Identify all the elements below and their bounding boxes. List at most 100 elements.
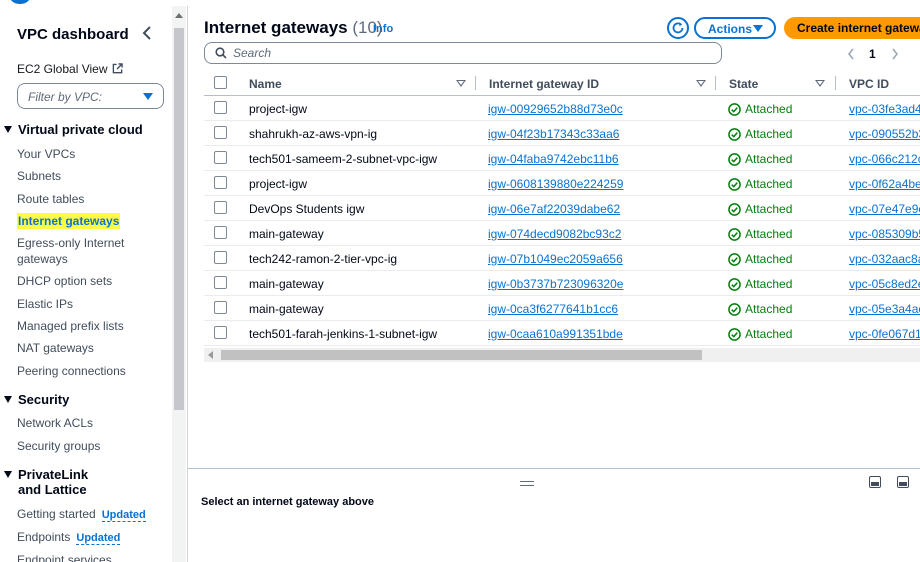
table-row[interactable]: main-gateway igw-074decd9082bc93c2 Attac…	[204, 221, 920, 246]
column-header-name[interactable]: Name	[249, 77, 282, 91]
row-checkbox[interactable]	[214, 251, 227, 264]
refresh-button[interactable]	[667, 17, 689, 39]
row-checkbox[interactable]	[214, 126, 227, 139]
gateway-id-link[interactable]: igw-07b1049ec2059a656	[488, 252, 623, 266]
row-checkbox[interactable]	[214, 151, 227, 164]
vpc-id-link[interactable]: vpc-085309b5	[849, 227, 920, 241]
vpc-id-link[interactable]: vpc-07e47e9c	[849, 202, 920, 216]
caret-down-icon	[4, 396, 12, 403]
gateway-id-link[interactable]: igw-0b3737b723096320e	[488, 277, 623, 291]
status-check-icon	[728, 252, 741, 266]
column-divider[interactable]	[835, 76, 836, 90]
sort-caret-icon[interactable]	[815, 80, 825, 87]
vpc-id-link[interactable]: vpc-066c212c	[849, 152, 920, 166]
sidebar-item-getting-started[interactable]: Getting started Updated	[17, 506, 146, 523]
sidebar-title[interactable]: VPC dashboard	[17, 26, 129, 43]
table-row[interactable]: DevOps Students igw igw-06e7af22039dabe6…	[204, 196, 920, 221]
table-row[interactable]: main-gateway igw-0b3737b723096320e Attac…	[204, 271, 920, 296]
sidebar-item-security-groups[interactable]: Security groups	[17, 438, 100, 454]
row-checkbox[interactable]	[214, 301, 227, 314]
vpc-id-link[interactable]: vpc-090552b3	[849, 127, 920, 141]
search-input[interactable]	[233, 45, 703, 61]
sidebar-item-egress-only-internet-gateways[interactable]: Egress-only Internet gateways	[17, 235, 135, 267]
table-row[interactable]: tech501-farah-jenkins-1-subnet-igw igw-0…	[204, 321, 920, 346]
aws-logo-icon[interactable]	[10, 0, 30, 4]
table-row[interactable]: tech242-ramon-2-tier-vpc-ig igw-07b1049e…	[204, 246, 920, 271]
state-cell: Attached	[728, 152, 792, 166]
gateway-id-link[interactable]: igw-0ca3f6277641b1cc6	[488, 302, 618, 316]
split-bottom-icon[interactable]	[869, 476, 881, 488]
refresh-icon	[672, 22, 684, 34]
vpc-id-link[interactable]: vpc-05e3a4ae	[849, 302, 920, 316]
table-horizontal-scrollbar[interactable]	[204, 348, 920, 362]
sort-caret-icon[interactable]	[696, 80, 706, 87]
row-checkbox[interactable]	[214, 276, 227, 289]
scroll-left-icon[interactable]	[208, 351, 213, 359]
state-text: Attached	[745, 202, 793, 216]
sidebar-item-peering-connections[interactable]: Peering connections	[17, 363, 126, 379]
table-row[interactable]: shahrukh-az-aws-vpn-ig igw-04f23b17343c3…	[204, 121, 920, 146]
column-divider[interactable]	[475, 76, 476, 90]
gateway-id-link[interactable]: igw-04f23b17343c33aa6	[488, 127, 619, 141]
chevron-left-icon[interactable]	[846, 47, 856, 61]
sidebar-item-endpoints[interactable]: Endpoints Updated	[17, 529, 121, 546]
table-row[interactable]: main-gateway igw-0ca3f6277641b1cc6 Attac…	[204, 296, 920, 321]
row-checkbox[interactable]	[214, 101, 227, 114]
ec2-global-view-link[interactable]: EC2 Global View	[17, 62, 123, 76]
vpc-id-link[interactable]: vpc-0f62a4be	[849, 177, 920, 191]
column-header-vpc-id[interactable]: VPC ID	[849, 77, 889, 91]
vpc-id-link[interactable]: vpc-032aac8a	[849, 252, 920, 266]
info-link[interactable]: Info	[373, 23, 393, 35]
row-checkbox[interactable]	[214, 201, 227, 214]
vpc-id-link[interactable]: vpc-03fe3ad4	[849, 102, 920, 116]
table-row[interactable]: project-igw igw-00929652b88d73e0c Attach…	[204, 96, 920, 121]
sidebar-item-subnets[interactable]: Subnets	[17, 168, 61, 184]
sidebar-item-internet-gateways[interactable]: Internet gateways	[17, 213, 121, 229]
sidebar-item-your-vpcs[interactable]: Your VPCs	[17, 146, 75, 162]
sidebar-scrollbar-thumb[interactable]	[174, 28, 184, 410]
column-header-internet-gateway-id[interactable]: Internet gateway ID	[489, 77, 599, 91]
sidebar-item-network-acls[interactable]: Network ACLs	[17, 415, 93, 431]
sidebar-scrollbar[interactable]	[172, 6, 186, 562]
section-privatelink-and-lattice[interactable]: PrivateLink and Lattice	[4, 467, 114, 497]
chevron-right-icon[interactable]	[890, 47, 900, 61]
vpc-id-link[interactable]: vpc-0fe067d1	[849, 327, 920, 341]
table-scrollbar-thumb[interactable]	[221, 350, 702, 360]
select-all-checkbox[interactable]	[214, 76, 227, 89]
state-cell: Attached	[728, 202, 792, 216]
gateway-id-link[interactable]: igw-0caa610a991351bde	[488, 327, 623, 341]
sidebar-item-dhcp-option-sets[interactable]: DHCP option sets	[17, 273, 112, 289]
sidebar-item-route-tables[interactable]: Route tables	[17, 191, 84, 207]
sidebar-item-managed-prefix-lists[interactable]: Managed prefix lists	[17, 318, 124, 334]
collapse-chevron-icon[interactable]	[140, 24, 154, 42]
row-checkbox[interactable]	[214, 226, 227, 239]
table-row[interactable]: tech501-sameem-2-subnet-vpc-igw igw-04fa…	[204, 146, 920, 171]
gateway-id-link[interactable]: igw-0608139880e224259	[488, 177, 623, 191]
sidebar-item-endpoint-services[interactable]: Endpoint services	[17, 552, 112, 562]
gateway-id-link[interactable]: igw-06e7af22039dabe62	[488, 202, 620, 216]
section-security[interactable]: Security	[4, 392, 69, 407]
sidebar-item-nat-gateways[interactable]: NAT gateways	[17, 340, 94, 356]
table-row[interactable]: project-igw igw-0608139880e224259 Attach…	[204, 171, 920, 196]
sort-caret-icon[interactable]	[456, 80, 466, 87]
gateway-id-link[interactable]: igw-00929652b88d73e0c	[488, 102, 623, 116]
create-internet-gateway-button[interactable]: Create internet gateway	[784, 17, 920, 39]
column-divider[interactable]	[715, 76, 716, 90]
page-number[interactable]: 1	[869, 47, 876, 61]
row-checkbox[interactable]	[214, 326, 227, 339]
section-virtual-private-cloud[interactable]: Virtual private cloud	[4, 122, 143, 137]
scroll-up-icon[interactable]	[175, 13, 183, 18]
vpc-filter-select[interactable]: Filter by VPC:	[17, 83, 164, 109]
gateway-id-link[interactable]: igw-04faba9742ebc11b6	[488, 152, 619, 166]
drag-handle-icon[interactable]	[520, 481, 534, 486]
vpc-id-link[interactable]: vpc-05c8ed2e	[849, 277, 920, 291]
state-cell: Attached	[728, 177, 792, 191]
sidebar-item-elastic-ips[interactable]: Elastic IPs	[17, 296, 73, 312]
row-checkbox[interactable]	[214, 176, 227, 189]
split-side-icon[interactable]	[897, 476, 909, 488]
gateway-id-link[interactable]: igw-074decd9082bc93c2	[488, 227, 621, 241]
sidebar-divider	[187, 6, 188, 562]
column-header-state[interactable]: State	[729, 77, 758, 91]
search-field[interactable]	[204, 42, 722, 64]
actions-dropdown-button[interactable]: Actions	[694, 17, 776, 39]
